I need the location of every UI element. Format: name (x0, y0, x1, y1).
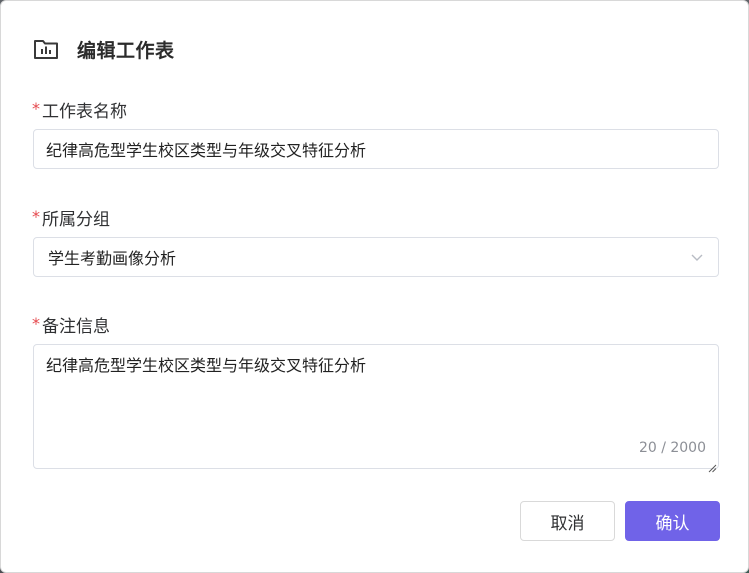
group-select[interactable]: 学生考勤画像分析 (33, 237, 719, 277)
dialog-header: 编辑工作表 (33, 34, 175, 64)
worksheet-name-value: 纪律高危型学生校区类型与年级交叉特征分析 (46, 141, 367, 160)
required-mark: * (32, 207, 40, 226)
worksheet-name-label-text: 工作表名称 (42, 102, 127, 122)
worksheet-name-label: * 工作表名称 (32, 97, 127, 122)
cancel-button[interactable]: 取消 (520, 501, 615, 541)
group-label-text: 所属分组 (42, 210, 110, 230)
remark-value: 纪律高危型学生校区类型与年级交叉特征分析 (46, 356, 367, 375)
dialog-title: 编辑工作表 (77, 39, 175, 62)
confirm-button[interactable]: 确认 (625, 501, 720, 541)
remark-label-text: 备注信息 (42, 317, 110, 337)
required-mark: * (32, 314, 40, 333)
folder-chart-icon (33, 37, 59, 61)
required-mark: * (32, 99, 40, 118)
resize-handle-icon[interactable] (707, 457, 717, 473)
char-counter: 20 / 2000 (638, 440, 706, 456)
group-label: * 所属分组 (32, 205, 110, 230)
chevron-down-icon[interactable] (690, 250, 704, 264)
remark-label: * 备注信息 (32, 312, 110, 337)
worksheet-name-input[interactable]: 纪律高危型学生校区类型与年级交叉特征分析 (33, 129, 719, 169)
group-selected-value: 学生考勤画像分析 (48, 249, 177, 268)
remark-textarea[interactable]: 纪律高危型学生校区类型与年级交叉特征分析 20 / 2000 (33, 344, 719, 473)
edit-worksheet-dialog: 编辑工作表 * 工作表名称 纪律高危型学生校区类型与年级交叉特征分析 * 所属分… (0, 0, 749, 573)
